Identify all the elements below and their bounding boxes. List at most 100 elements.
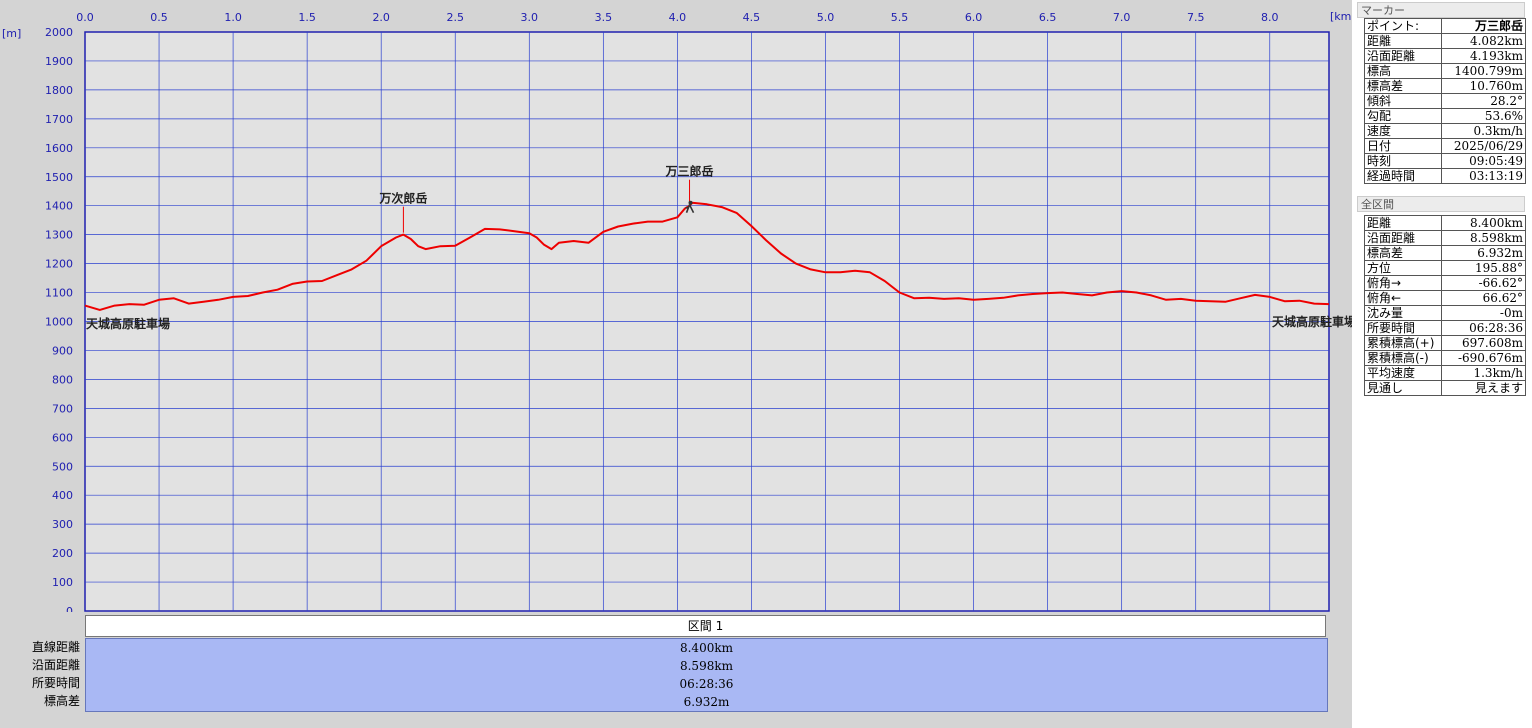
- y-tick-label: 100: [52, 576, 73, 589]
- info-key: 累積標高(-): [1364, 350, 1442, 366]
- y-tick-label: 700: [52, 402, 73, 415]
- x-tick-label: 4.5: [743, 11, 761, 24]
- y-tick-label: 2000: [45, 26, 73, 39]
- section-stats: 8.400km 8.598km 06:28:36 6.932m: [85, 638, 1328, 712]
- y-tick-label: 300: [52, 518, 73, 531]
- stat-surface-distance: 8.598km: [679, 659, 733, 673]
- x-tick-label: 5.0: [817, 11, 835, 24]
- info-row: 標高差 6.932m: [1364, 245, 1526, 261]
- y-tick-label: 1800: [45, 84, 73, 97]
- info-value: -66.62°: [1441, 275, 1526, 291]
- plot-area: 0.0 0.5 1.0 1.5 2.0 2.5 3.0 3.5 4.0 4.5 5.0 5.5 6.0 6…: [0, 0, 1352, 728]
- info-row: 傾斜 28.2°: [1364, 93, 1526, 109]
- info-value: 66.62°: [1441, 290, 1526, 306]
- y-tick-label: 200: [52, 547, 73, 560]
- info-value: 06:28:36: [1441, 320, 1526, 336]
- info-key: 平均速度: [1364, 365, 1442, 381]
- info-value: 万三郎岳: [1441, 18, 1526, 34]
- y-tick-label: 1900: [45, 55, 73, 68]
- info-row: 見通し 見えます: [1364, 380, 1526, 396]
- info-value: 1400.799m: [1441, 63, 1526, 79]
- y-tick-label: 1000: [45, 316, 73, 329]
- info-row: 俯角← 66.62°: [1364, 290, 1526, 306]
- info-value: 6.932m: [1441, 245, 1526, 261]
- x-tick-label: 5.5: [891, 11, 909, 24]
- info-row: 所要時間 06:28:36: [1364, 320, 1526, 336]
- info-row: 平均速度 1.3km/h: [1364, 365, 1526, 381]
- y-unit-label: [m]: [2, 27, 21, 40]
- info-key: 方位: [1364, 260, 1442, 276]
- x-tick-label: 7.0: [1113, 11, 1131, 24]
- stat-label-duration: 所要時間: [31, 676, 80, 690]
- info-key: ポイント:: [1364, 18, 1442, 34]
- stat-label-surface-distance: 沿面距離: [31, 658, 80, 672]
- info-row: 日付 2025/06/29: [1364, 138, 1526, 154]
- x-tick-label: 8.0: [1261, 11, 1279, 24]
- info-key: 沿面距離: [1364, 230, 1442, 246]
- info-row: 速度 0.3km/h: [1364, 123, 1526, 139]
- elevation-profile-chart[interactable]: 0.0 0.5 1.0 1.5 2.0 2.5 3.0 3.5 4.0 4.5 5.0 5.5 6.0 6…: [0, 0, 1352, 612]
- info-key: 沈み量: [1364, 305, 1442, 321]
- info-row: 累積標高(+) 697.608m: [1364, 335, 1526, 351]
- section-header[interactable]: 区間 1: [85, 615, 1326, 637]
- landmark-label: 万次郎岳: [378, 191, 427, 206]
- info-row: 方位 195.88°: [1364, 260, 1526, 276]
- x-tick-label: 1.0: [224, 11, 242, 24]
- info-key: 標高差: [1364, 78, 1442, 94]
- x-unit-label: [km]: [1330, 10, 1352, 23]
- x-tick-label: 0.5: [150, 11, 168, 24]
- stat-label-straight-distance: 直線距離: [31, 640, 80, 654]
- stat-label-elevation-diff: 標高差: [43, 694, 80, 708]
- landmark-label: 万三郎岳: [665, 164, 714, 179]
- info-key: 経過時間: [1364, 168, 1442, 184]
- info-value: 195.88°: [1441, 260, 1526, 276]
- y-tick-label: 1100: [45, 287, 73, 300]
- info-key: 時刻: [1364, 153, 1442, 169]
- y-tick-label: 1200: [45, 258, 73, 271]
- info-key: 沿面距離: [1364, 48, 1442, 64]
- y-tick-label: 1400: [45, 200, 73, 213]
- x-tick-label: 6.0: [965, 11, 983, 24]
- marker-panel-title: マーカー: [1357, 2, 1525, 18]
- info-row: 俯角→ -66.62°: [1364, 275, 1526, 291]
- info-row: 標高差 10.760m: [1364, 78, 1526, 94]
- y-tick-label: 400: [52, 489, 73, 502]
- info-key: 速度: [1364, 123, 1442, 139]
- info-row: 沈み量 -0m: [1364, 305, 1526, 321]
- x-tick-label: 1.5: [298, 11, 316, 24]
- x-tick-label: 2.5: [446, 11, 464, 24]
- x-tick-label: 4.0: [669, 11, 687, 24]
- info-row: 時刻 09:05:49: [1364, 153, 1526, 169]
- landmark-label: 天城高原駐車場: [1272, 314, 1352, 329]
- total-table: 距離 8.400km 沿面距離 8.598km 標高差 6.932m 方位 195.88° 俯角…: [1364, 215, 1526, 396]
- info-key: 勾配: [1364, 108, 1442, 124]
- y-tick-label: 1600: [45, 142, 73, 155]
- info-value: 28.2°: [1441, 93, 1526, 109]
- info-row: 沿面距離 4.193km: [1364, 48, 1526, 64]
- y-tick-label: 1300: [45, 229, 73, 242]
- info-value: 03:13:19: [1441, 168, 1526, 184]
- info-row: 勾配 53.6%: [1364, 108, 1526, 124]
- stat-straight-distance: 8.400km: [679, 641, 733, 655]
- info-key: 日付: [1364, 138, 1442, 154]
- info-key: 所要時間: [1364, 320, 1442, 336]
- info-value: 1.3km/h: [1441, 365, 1526, 381]
- info-key: 俯角←: [1364, 290, 1442, 306]
- stat-elevation-diff: 6.932m: [683, 695, 730, 709]
- x-tick-label: 6.5: [1039, 11, 1057, 24]
- info-value: 4.193km: [1441, 48, 1526, 64]
- x-tick-label: 2.0: [372, 11, 390, 24]
- info-row: 標高 1400.799m: [1364, 63, 1526, 79]
- info-row: 沿面距離 8.598km: [1364, 230, 1526, 246]
- info-value: 8.400km: [1441, 215, 1526, 231]
- info-value: 10.760m: [1441, 78, 1526, 94]
- info-key: 累積標高(+): [1364, 335, 1442, 351]
- y-tick-label: 0: [66, 605, 73, 612]
- y-tick-label: 500: [52, 460, 73, 473]
- info-value: 53.6%: [1441, 108, 1526, 124]
- info-row: 距離 4.082km: [1364, 33, 1526, 49]
- y-tick-label: 1500: [45, 171, 73, 184]
- info-key: 標高: [1364, 63, 1442, 79]
- info-value: 0.3km/h: [1441, 123, 1526, 139]
- info-value: -690.676m: [1441, 350, 1526, 366]
